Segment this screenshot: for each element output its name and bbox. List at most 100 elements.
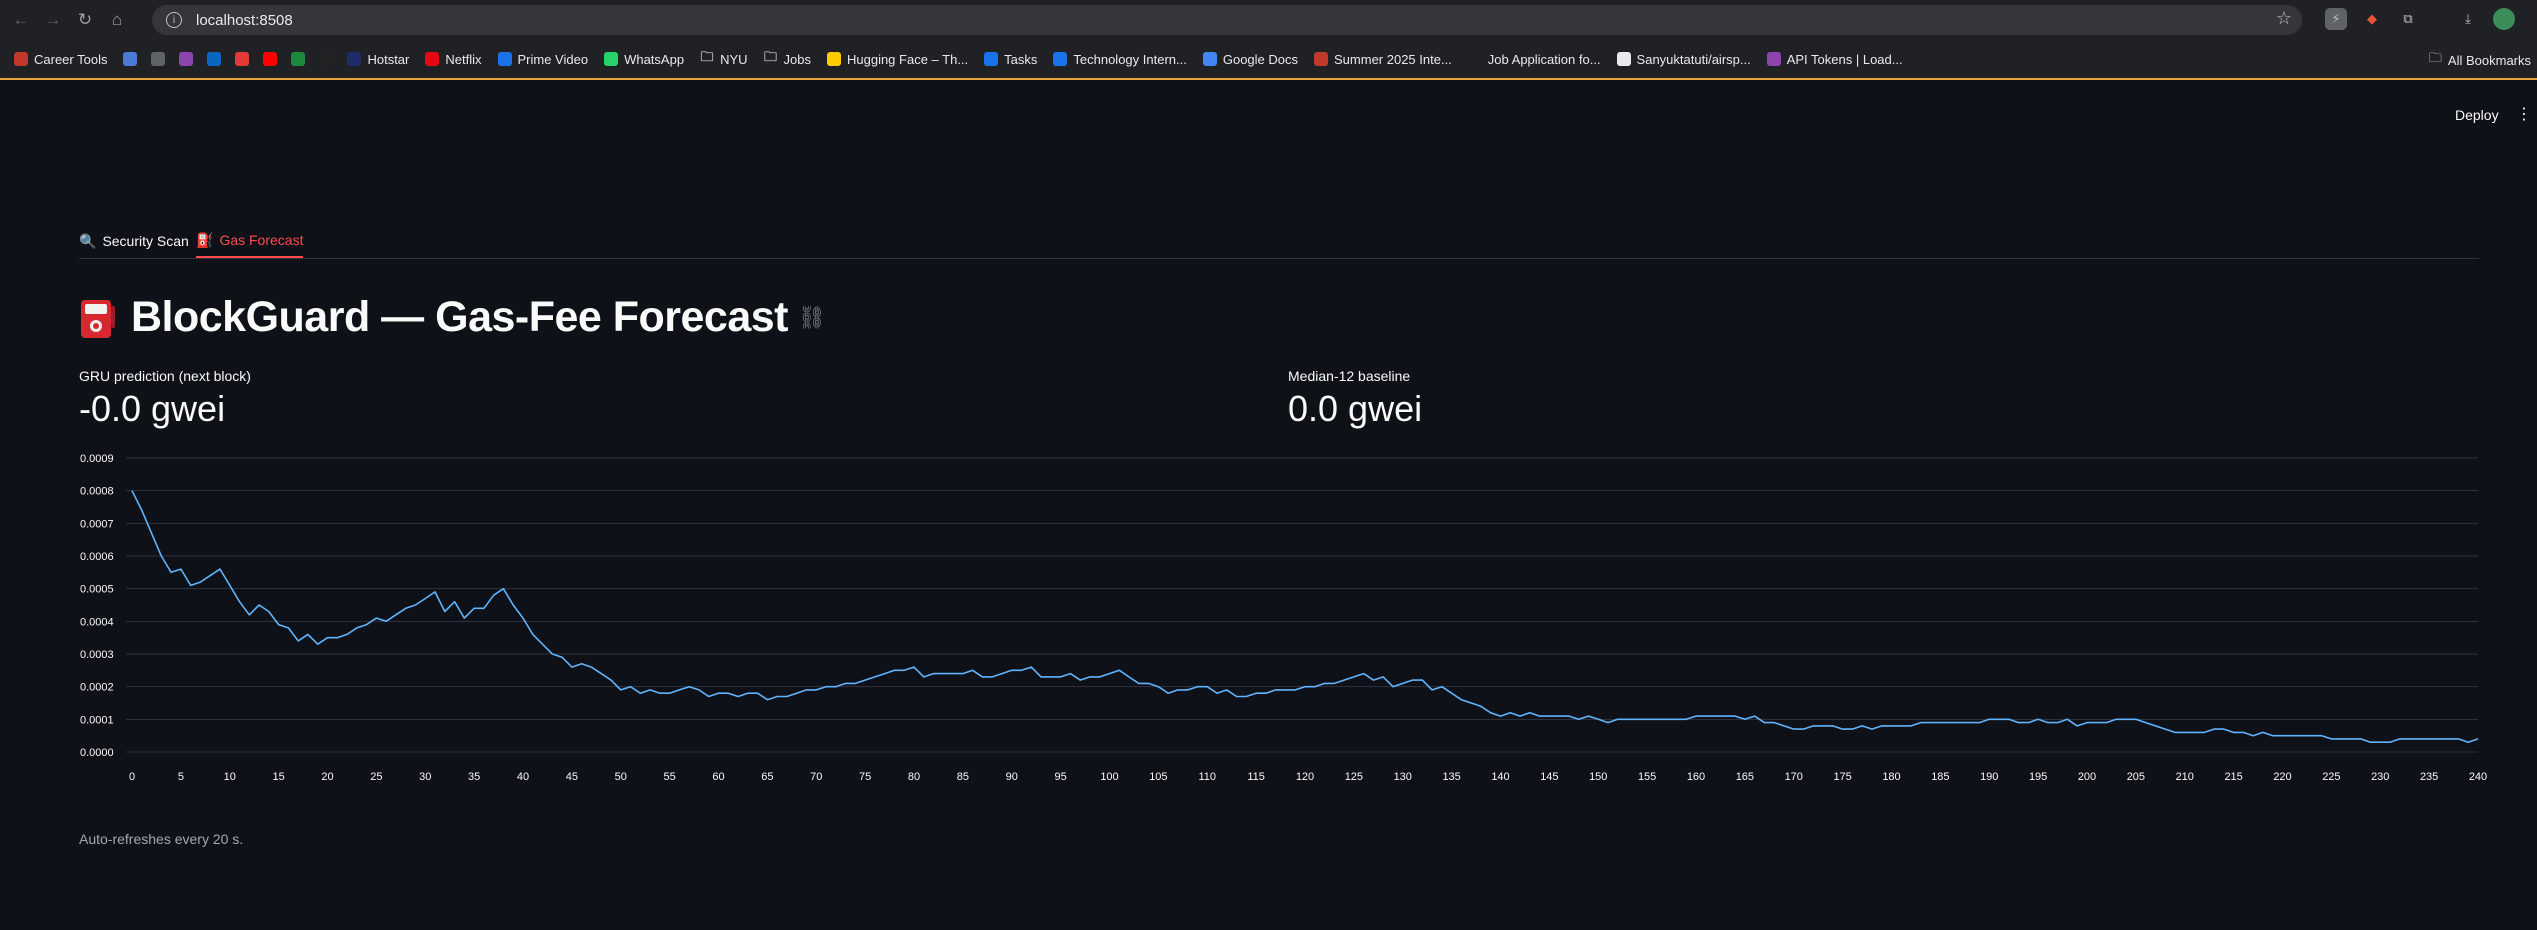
bookmark-favicon-icon xyxy=(1202,52,1217,66)
fuel-pump-icon xyxy=(81,299,115,338)
deploy-button[interactable]: Deploy xyxy=(2455,107,2499,123)
forward-icon[interactable]: → xyxy=(42,9,64,31)
series-line xyxy=(131,490,2479,743)
site-info-icon[interactable]: i xyxy=(166,12,182,28)
y-tick-label: 0.0006 xyxy=(80,551,114,563)
bookmark-item[interactable]: Prime Video xyxy=(497,52,588,67)
bookmark-favicon-icon xyxy=(179,52,194,66)
home-icon[interactable]: ⌂ xyxy=(106,9,128,31)
x-tick-label: 215 xyxy=(2224,771,2242,783)
x-tick-label: 235 xyxy=(2420,771,2438,783)
x-tick-label: 45 xyxy=(566,771,578,783)
metric-median-value: 0.0 gwei xyxy=(1288,388,1423,429)
download-icon[interactable]: ⤓ xyxy=(2457,8,2479,30)
bookmark-item[interactable]: Google Docs xyxy=(1202,52,1298,67)
x-tick-label: 150 xyxy=(1589,771,1607,783)
reload-icon[interactable]: ↻ xyxy=(74,9,96,31)
x-tick-label: 120 xyxy=(1296,771,1314,783)
bookmark-item[interactable] xyxy=(235,52,255,66)
x-tick-label: 205 xyxy=(2127,771,2145,783)
bookmark-favicon-icon xyxy=(1053,52,1068,66)
address-url: localhost:8508 xyxy=(196,11,293,29)
extension-fox-icon[interactable]: ◆ xyxy=(2361,8,2383,30)
y-tick-label: 0.0004 xyxy=(80,616,114,628)
bookmark-item[interactable]: Tasks xyxy=(984,52,1037,67)
bookmark-item[interactable]: Sanyuktatuti/airsp... xyxy=(1616,52,1751,67)
bookmark-item[interactable]: Hugging Face – Th... xyxy=(826,52,968,67)
bookmark-item[interactable]: Hotstar xyxy=(347,52,409,67)
browser-menu-icon[interactable]: ⋮ xyxy=(2529,8,2537,30)
all-bookmarks[interactable]: 🗀 All Bookmarks xyxy=(2429,40,2531,80)
bookmark-item[interactable] xyxy=(319,52,339,66)
bookmark-item[interactable]: Job Application fo... xyxy=(1467,51,1601,67)
bookmark-item[interactable]: Summer 2025 Inte... xyxy=(1314,52,1452,67)
gas-forecast-chart[interactable]: 0.0000 0.0001 0.0002 0.0003 0.0004 0.0005 0.00… xyxy=(70,450,2490,790)
back-icon[interactable]: ← xyxy=(10,9,32,31)
tab-bar: 🔍 Security Scan ⛽ Gas Forecast xyxy=(79,224,2479,259)
bookmark-item[interactable] xyxy=(291,52,311,66)
bookmark-item[interactable]: Career Tools xyxy=(14,52,107,67)
x-tick-label: 125 xyxy=(1345,771,1363,783)
x-tick-label: 35 xyxy=(468,771,480,783)
y-tick-label: 0.0003 xyxy=(80,649,114,661)
bookmark-item[interactable]: Netflix xyxy=(425,52,482,67)
tab-security-scan[interactable]: 🔍 Security Scan xyxy=(79,224,189,258)
x-tick-label: 140 xyxy=(1491,771,1509,783)
bookmark-item[interactable]: 🗀 Jobs xyxy=(764,49,811,67)
x-tick-label: 185 xyxy=(1931,771,1949,783)
bookmark-favicon-icon xyxy=(319,52,334,66)
x-tick-label: 15 xyxy=(273,771,285,783)
bookmark-favicon-icon xyxy=(14,52,28,66)
bookmark-favicon-icon xyxy=(123,52,138,66)
auto-refresh-caption: Auto-refreshes every 20 s. xyxy=(79,831,244,847)
bookmark-item[interactable] xyxy=(179,52,199,66)
x-tick-label: 110 xyxy=(1198,771,1216,783)
x-tick-label: 105 xyxy=(1149,771,1167,783)
bookmark-item[interactable] xyxy=(207,52,227,66)
bookmark-label: Summer 2025 Inte... xyxy=(1334,51,1452,67)
x-tick-label: 85 xyxy=(957,771,969,783)
bookmark-item[interactable]: API Tokens | Load... xyxy=(1766,52,1903,67)
x-tick-label: 240 xyxy=(2469,771,2487,783)
profile-avatar[interactable] xyxy=(2493,8,2515,30)
bookmark-star-icon[interactable]: ☆ xyxy=(2276,8,2292,29)
tab-gas-forecast[interactable]: ⛽ Gas Forecast xyxy=(196,224,304,258)
bookmark-label: Hotstar xyxy=(367,51,410,67)
bookmark-favicon-icon xyxy=(291,52,306,66)
bookmark-item[interactable]: 🗀 NYU xyxy=(700,49,748,67)
x-tick-label: 230 xyxy=(2371,771,2389,783)
bookmark-favicon-icon xyxy=(1467,52,1482,66)
bookmark-item[interactable] xyxy=(151,52,171,66)
address-bar[interactable]: i localhost:8508 ☆ xyxy=(152,5,2302,35)
x-tick-label: 25 xyxy=(370,771,382,783)
app-menu-icon[interactable]: ⋮ xyxy=(2516,104,2532,124)
page-title: BlockGuard — Gas-Fee Forecast ⛓ xyxy=(79,293,826,342)
bookmark-item[interactable] xyxy=(123,52,143,66)
extension-icon[interactable]: ⚡ xyxy=(2325,8,2347,30)
y-tick-label: 0.0000 xyxy=(80,747,114,759)
extensions-puzzle-icon[interactable]: ⧉ xyxy=(2397,8,2419,30)
tab-label: Security Scan xyxy=(102,233,189,249)
bookmark-favicon-icon xyxy=(151,52,166,66)
bookmark-label: Job Application fo... xyxy=(1487,51,1601,67)
bookmark-favicon-icon xyxy=(1766,52,1781,66)
x-tick-label: 5 xyxy=(178,771,184,783)
bookmark-item[interactable]: WhatsApp xyxy=(604,52,684,67)
x-tick-label: 100 xyxy=(1100,771,1118,783)
anchor-link-icon[interactable]: ⛓ xyxy=(798,305,826,331)
x-tick-label: 165 xyxy=(1736,771,1754,783)
bookmark-item[interactable]: Technology Intern... xyxy=(1053,52,1187,67)
x-tick-label: 225 xyxy=(2322,771,2340,783)
x-tick-label: 55 xyxy=(664,771,676,783)
bookmark-item[interactable] xyxy=(263,52,283,66)
metric-gru-value: -0.0 gwei xyxy=(79,388,226,429)
bookmark-favicon-icon xyxy=(1616,52,1631,66)
bookmark-favicon-icon xyxy=(263,52,278,66)
x-tick-label: 145 xyxy=(1540,771,1558,783)
all-bookmarks-label: All Bookmarks xyxy=(2447,52,2531,68)
x-tick-label: 175 xyxy=(1833,771,1851,783)
x-tick-label: 50 xyxy=(615,771,627,783)
x-tick-label: 155 xyxy=(1638,771,1656,783)
x-tick-label: 20 xyxy=(321,771,333,783)
x-tick-label: 10 xyxy=(224,771,236,783)
